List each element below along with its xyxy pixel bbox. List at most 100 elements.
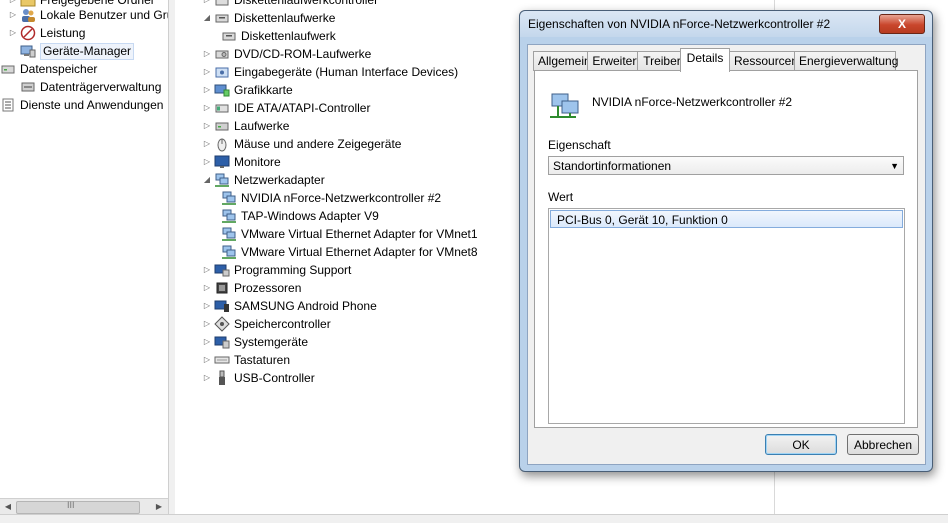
device-tree-item-samsung-android-phone[interactable]: ▷ SAMSUNG Android Phone	[202, 297, 377, 315]
device-tree-item-mäuse-und-andere-zeigegeräte[interactable]: ▷ Mäuse und andere Zeigegeräte	[202, 135, 401, 153]
device-tree-label: Mäuse und andere Zeigegeräte	[234, 137, 402, 151]
tree-item-label: Datenträgerverwaltung	[40, 80, 162, 94]
expand-arrow-icon[interactable]: ▷	[202, 279, 212, 297]
device-tree-label: VMware Virtual Ethernet Adapter for VMne…	[241, 227, 478, 241]
tree-item-local-users[interactable]: ▷ Lokale Benutzer und Gruppen	[8, 6, 168, 24]
dvd-drive-icon	[214, 46, 230, 62]
expand-arrow-icon[interactable]: ▷	[202, 153, 212, 171]
tree-item-label: Datenspeicher	[20, 62, 98, 76]
device-tree-label: Monitore	[234, 155, 281, 169]
device-tree-label: TAP-Windows Adapter V9	[241, 209, 379, 223]
device-tree-item-ide-ata-atapi-controller[interactable]: ▷ IDE ATA/ATAPI-Controller	[202, 99, 371, 117]
device-tree-item-usb-controller[interactable]: ▷ USB-Controller	[202, 369, 315, 387]
tab-energieverwaltung[interactable]: Energieverwaltung	[794, 51, 898, 71]
device-tree-item-diskettenlaufwerkcontroller[interactable]: ▷ Diskettenlaufwerkcontroller	[202, 0, 378, 9]
expand-arrow-icon[interactable]: ▷	[202, 117, 212, 135]
tab-ressourcen[interactable]: Ressourcen	[729, 51, 801, 71]
tree-item-performance[interactable]: ▷ Leistung	[8, 24, 85, 42]
tree-item-storage[interactable]: ◢ Datenspeicher	[0, 60, 97, 78]
device-tree-label: DVD/CD-ROM-Laufwerke	[234, 47, 372, 61]
horizontal-scrollbar[interactable]: ◀ III ▶	[0, 498, 168, 515]
value-label: Wert	[548, 190, 574, 204]
property-dropdown[interactable]: Standortinformationen ▼	[548, 156, 904, 175]
tree-item-device-manager[interactable]: Geräte-Manager	[8, 42, 135, 60]
hid-icon	[214, 64, 230, 80]
expand-arrow-icon[interactable]: ▷	[202, 99, 212, 117]
device-tree-item-grafikkarte[interactable]: ▷ Grafikkarte	[202, 81, 293, 99]
close-icon: X	[897, 17, 906, 31]
collapse-arrow-icon[interactable]: ◢	[202, 171, 212, 189]
expand-arrow-icon[interactable]: ▷	[202, 351, 212, 369]
device-manager-icon	[20, 43, 36, 59]
ok-button[interactable]: OK	[765, 434, 837, 455]
display-adapter-icon	[214, 82, 230, 98]
expand-arrow-icon[interactable]: ▷	[202, 369, 212, 387]
performance-icon	[20, 25, 36, 41]
network-adapter-icon	[221, 226, 237, 242]
device-tree-label: Eingabegeräte (Human Interface Devices)	[234, 65, 459, 79]
close-button[interactable]: X	[879, 14, 925, 34]
device-tree-label: Programming Support	[234, 263, 352, 277]
expand-arrow-icon[interactable]: ▷	[202, 81, 212, 99]
tree-item-label: Leistung	[40, 26, 86, 40]
dialog-titlebar[interactable]: Eigenschaften von NVIDIA nForce-Netzwerk…	[520, 11, 932, 37]
tree-item-label: Lokale Benutzer und Gruppen	[40, 8, 168, 22]
mouse-icon	[214, 136, 230, 152]
expand-arrow-icon[interactable]: ▷	[202, 45, 212, 63]
device-tree-label: Tastaturen	[234, 353, 291, 367]
device-tree-item-laufwerke[interactable]: ▷ Laufwerke	[202, 117, 289, 135]
device-tree-item-monitore[interactable]: ▷ Monitore	[202, 153, 281, 171]
device-tree-label: NVIDIA nForce-Netzwerkcontroller #2	[241, 191, 442, 205]
tab-allgemein[interactable]: Allgemein	[533, 51, 595, 71]
device-tree-item-vmware-virtual-ethernet-adapter-for-vmnet8[interactable]: VMware Virtual Ethernet Adapter for VMne…	[221, 243, 478, 261]
device-tree-item-speichercontroller[interactable]: ▷ Speichercontroller	[202, 315, 331, 333]
programming-support-icon	[214, 262, 230, 278]
expand-arrow-icon[interactable]: ▷	[8, 24, 18, 42]
scroll-left-icon[interactable]: ◀	[1, 500, 15, 514]
device-tree-label: SAMSUNG Android Phone	[234, 299, 377, 313]
device-tree-item-vmware-virtual-ethernet-adapter-for-vmnet1[interactable]: VMware Virtual Ethernet Adapter for VMne…	[221, 225, 478, 243]
tree-item-services[interactable]: Dienste und Anwendungen	[0, 96, 163, 114]
device-tree-item-tap-windows-adapter-v9[interactable]: TAP-Windows Adapter V9	[221, 207, 379, 225]
expand-arrow-icon[interactable]: ▷	[202, 135, 212, 153]
expand-arrow-icon[interactable]: ▷	[202, 63, 212, 81]
device-tree-item-eingabegeräte-human-interface-devices[interactable]: ▷ Eingabegeräte (Human Interface Devices)	[202, 63, 458, 81]
network-adapter-icon	[548, 91, 582, 121]
device-tree-item-dvd-cd-rom-laufwerke[interactable]: ▷ DVD/CD-ROM-Laufwerke	[202, 45, 371, 63]
device-tree-item-tastaturen[interactable]: ▷ Tastaturen	[202, 351, 290, 369]
expand-arrow-icon[interactable]: ▷	[202, 0, 212, 9]
device-name: NVIDIA nForce-Netzwerkcontroller #2	[592, 95, 793, 109]
device-tree-item-diskettenlaufwerke[interactable]: ◢ Diskettenlaufwerke	[202, 9, 335, 27]
network-adapter-icon	[221, 190, 237, 206]
scrollbar-grip-icon: III	[67, 500, 75, 510]
list-item[interactable]: PCI-Bus 0, Gerät 10, Funktion 0	[550, 210, 903, 228]
property-label: Eigenschaft	[548, 138, 611, 152]
device-tree-item-programming-support[interactable]: ▷ Programming Support	[202, 261, 351, 279]
device-tree-item-netzwerkadapter[interactable]: ◢ Netzwerkadapter	[202, 171, 325, 189]
device-tree-label: Laufwerke	[234, 119, 290, 133]
value-list[interactable]: PCI-Bus 0, Gerät 10, Funktion 0	[548, 208, 905, 424]
network-adapter-icon	[214, 172, 230, 188]
device-tree-label: USB-Controller	[234, 371, 315, 385]
device-tree-item-diskettenlaufwerk[interactable]: Diskettenlaufwerk	[221, 27, 336, 45]
device-tree-item-prozessoren[interactable]: ▷ Prozessoren	[202, 279, 301, 297]
device-tree-item-systemgeräte[interactable]: ▷ Systemgeräte	[202, 333, 308, 351]
phone-icon	[214, 298, 230, 314]
device-tree-item-nvidia-nforce-netzwerkcontroller-2[interactable]: NVIDIA nForce-Netzwerkcontroller #2	[221, 189, 441, 207]
device-tree-label: VMware Virtual Ethernet Adapter for VMne…	[241, 245, 478, 259]
expand-arrow-icon[interactable]: ▷	[202, 297, 212, 315]
processor-icon	[214, 280, 230, 296]
floppy-drive-icon	[221, 28, 237, 44]
tree-item-disk-management[interactable]: Datenträgerverwaltung	[20, 78, 161, 96]
usb-icon	[214, 370, 230, 386]
network-adapter-icon	[221, 208, 237, 224]
scroll-right-icon[interactable]: ▶	[152, 500, 166, 514]
expand-arrow-icon[interactable]: ▷	[202, 261, 212, 279]
expand-arrow-icon[interactable]: ▷	[202, 333, 212, 351]
collapse-arrow-icon[interactable]: ◢	[202, 9, 212, 27]
cancel-button[interactable]: Abbrechen	[847, 434, 919, 455]
scrollbar-thumb[interactable]: III	[16, 500, 140, 514]
expand-arrow-icon[interactable]: ▷	[202, 315, 212, 333]
expand-arrow-icon[interactable]: ▷	[8, 6, 18, 24]
tab-details[interactable]: Details	[680, 48, 730, 72]
